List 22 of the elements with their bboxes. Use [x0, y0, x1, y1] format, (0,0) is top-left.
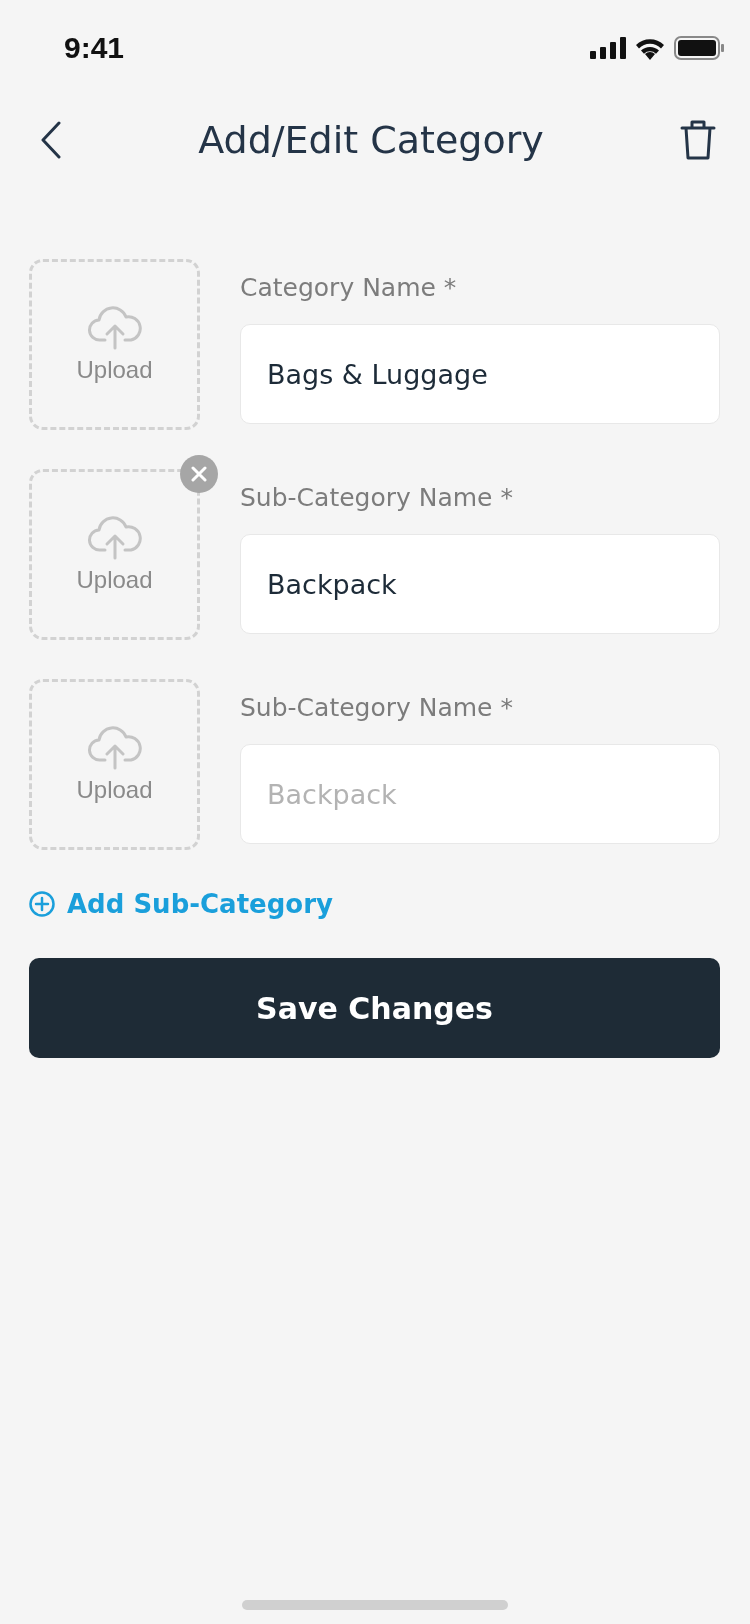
back-icon	[40, 121, 62, 159]
field-label: Sub-Category Name *	[240, 483, 514, 512]
upload-button[interactable]: Upload	[29, 259, 200, 430]
wifi-icon	[634, 36, 666, 60]
cloud-upload-icon	[86, 515, 143, 560]
cloud-upload-icon	[86, 305, 143, 350]
save-button[interactable]: Save Changes	[29, 958, 720, 1058]
field-label: Category Name *	[240, 273, 458, 302]
field-label: Sub-Category Name *	[240, 693, 514, 722]
input-field[interactable]: Backpack	[240, 534, 720, 634]
add-subcategory-link[interactable]: Add Sub-Category	[29, 889, 333, 919]
upload-button[interactable]: Upload	[29, 679, 200, 850]
cloud-upload-icon	[86, 725, 143, 770]
close-icon	[191, 466, 207, 482]
plus-circle-icon	[29, 891, 55, 917]
signal-icon	[590, 37, 626, 59]
input-field[interactable]: Backpack	[240, 744, 720, 844]
battery-icon	[674, 36, 724, 60]
page-title: Add/Edit Category	[198, 118, 544, 162]
input-field[interactable]: Bags & Luggage	[240, 324, 720, 424]
status-time: 9:41	[64, 31, 125, 65]
trash-icon	[680, 119, 716, 161]
